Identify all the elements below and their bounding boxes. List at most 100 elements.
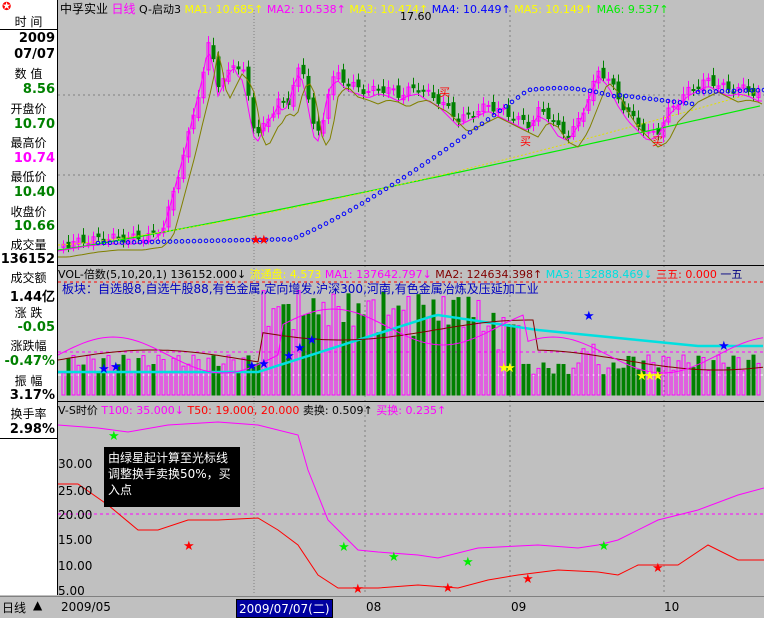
blue-dot bbox=[347, 208, 353, 213]
candle-body bbox=[251, 97, 256, 129]
buy-mark-3: 买 bbox=[652, 135, 663, 148]
blue-dot bbox=[443, 146, 449, 152]
quote-info-panel: ✪ 时 间 2009 07/07 数 值 8.56 开盘价 10.70 最高价 … bbox=[0, 0, 58, 595]
candle-body bbox=[671, 105, 676, 108]
sell-value: 卖换: 0.509↑ bbox=[302, 404, 373, 417]
volume-bar bbox=[121, 354, 126, 396]
volume-bar bbox=[321, 301, 326, 396]
blue-dot bbox=[281, 236, 287, 242]
blue-dot bbox=[203, 238, 209, 244]
vs-name: V-S时价 bbox=[58, 404, 98, 417]
blue-dot bbox=[425, 159, 431, 164]
close-label: 收盘价 bbox=[10, 205, 47, 219]
blue-dot bbox=[551, 85, 557, 91]
volume-bar bbox=[236, 370, 241, 396]
blue-dot bbox=[173, 239, 179, 244]
blue-dot bbox=[335, 214, 341, 220]
change-pct-label: 涨跌幅 bbox=[10, 339, 47, 353]
blue-dot bbox=[323, 221, 329, 226]
volume-label: 成交量 bbox=[10, 238, 47, 252]
blue-dot bbox=[485, 117, 491, 122]
vs-tick-15: 15.00 bbox=[58, 533, 93, 547]
ma6-value: MA6: 9.537↑ bbox=[596, 3, 669, 16]
date-label-sep: 09 bbox=[511, 600, 527, 614]
settings-icon[interactable]: ✪ bbox=[2, 0, 11, 13]
volume-bar bbox=[506, 324, 511, 396]
candle-body bbox=[726, 81, 731, 90]
blue-dot bbox=[293, 235, 299, 240]
candle-body bbox=[391, 88, 396, 91]
blue-dot bbox=[161, 239, 167, 244]
volume-bar bbox=[411, 335, 416, 396]
volume-bar bbox=[621, 367, 626, 396]
candle-body bbox=[416, 90, 421, 93]
volume-bar bbox=[431, 299, 436, 396]
date-label-aug: 08 bbox=[366, 600, 382, 614]
volume-bar bbox=[461, 326, 466, 396]
candle-body bbox=[116, 236, 121, 239]
sanwu-value: 三五: 0.000 bbox=[656, 268, 717, 281]
price-header: 中孚实业 日线 Q-启动3 MA1: 10.685↑ MA2: 10.538↑ … bbox=[60, 0, 669, 17]
scroll-up-icon[interactable]: ▲ bbox=[33, 598, 42, 612]
buy-value: 买换: 0.235↑ bbox=[376, 404, 447, 417]
buy-mark-1: 买 bbox=[439, 86, 450, 99]
ma5-value: MA5: 10.149↑ bbox=[514, 3, 594, 16]
volume-bar bbox=[711, 360, 716, 396]
volume-bar bbox=[271, 308, 276, 396]
volume-bar bbox=[211, 355, 216, 396]
blue-dot bbox=[539, 86, 545, 92]
blue-dot bbox=[413, 167, 419, 172]
blue-dot bbox=[431, 155, 437, 160]
candle-body bbox=[411, 84, 416, 89]
blue-dot bbox=[395, 178, 401, 184]
volume-bar bbox=[241, 357, 246, 396]
volume-bar bbox=[156, 354, 161, 396]
volume-bar bbox=[471, 317, 476, 396]
volume-bar bbox=[481, 330, 486, 396]
volume-bar bbox=[316, 314, 321, 396]
vs-tick-20: 20.00 bbox=[58, 508, 93, 522]
amplitude-value: 3.17% bbox=[9, 388, 55, 403]
change-value: -0.05 bbox=[17, 320, 55, 335]
date-label-oct: 10 bbox=[664, 600, 680, 614]
volume-bar bbox=[536, 367, 541, 396]
open-value: 10.70 bbox=[13, 117, 55, 132]
red-star: ★ bbox=[522, 572, 534, 587]
volume-bar bbox=[501, 317, 506, 396]
volume-bar bbox=[666, 356, 671, 396]
candle-body bbox=[306, 75, 311, 100]
vs-header: V-S时价 T100: 35.000↓ T50: 19.000, 20.000 … bbox=[58, 402, 446, 418]
yellow-star: ★ bbox=[504, 361, 516, 376]
blue-dot bbox=[419, 163, 425, 168]
blue-dot bbox=[449, 142, 455, 148]
candle-body bbox=[211, 45, 216, 60]
volume-bar bbox=[456, 297, 461, 396]
t50-value: T50: 19.000, 20.000 bbox=[187, 404, 300, 417]
volume-bar bbox=[366, 300, 371, 396]
candle-body bbox=[541, 109, 546, 112]
blue-star: ★ bbox=[246, 359, 258, 374]
volume-bar bbox=[181, 365, 186, 396]
volume-bar bbox=[361, 314, 366, 396]
change-pct-value: -0.47% bbox=[4, 354, 56, 369]
blue-dot bbox=[437, 150, 443, 156]
volume-bar bbox=[556, 363, 561, 396]
cursor-date[interactable]: 2009/07/07(二) bbox=[236, 599, 333, 618]
blue-star: ★ bbox=[306, 333, 318, 348]
volume-bar bbox=[626, 355, 631, 396]
blue-dot bbox=[581, 87, 587, 93]
volume-bar bbox=[151, 363, 156, 396]
value-value: 8.56 bbox=[22, 82, 55, 97]
volume-bar bbox=[521, 363, 526, 396]
volume-bar bbox=[441, 296, 446, 396]
blue-dot bbox=[587, 88, 593, 94]
red-star: ★ bbox=[442, 581, 454, 595]
volume-bar bbox=[136, 358, 141, 396]
period-tab[interactable]: 日线 ▲ bbox=[0, 598, 57, 616]
volume-bar bbox=[561, 364, 566, 396]
vol-ma3: MA3: 132888.469↓ bbox=[545, 268, 653, 281]
volume-bar bbox=[356, 303, 361, 396]
candle-body bbox=[96, 233, 101, 238]
blue-dot bbox=[545, 86, 551, 91]
volume-bar bbox=[476, 299, 481, 396]
